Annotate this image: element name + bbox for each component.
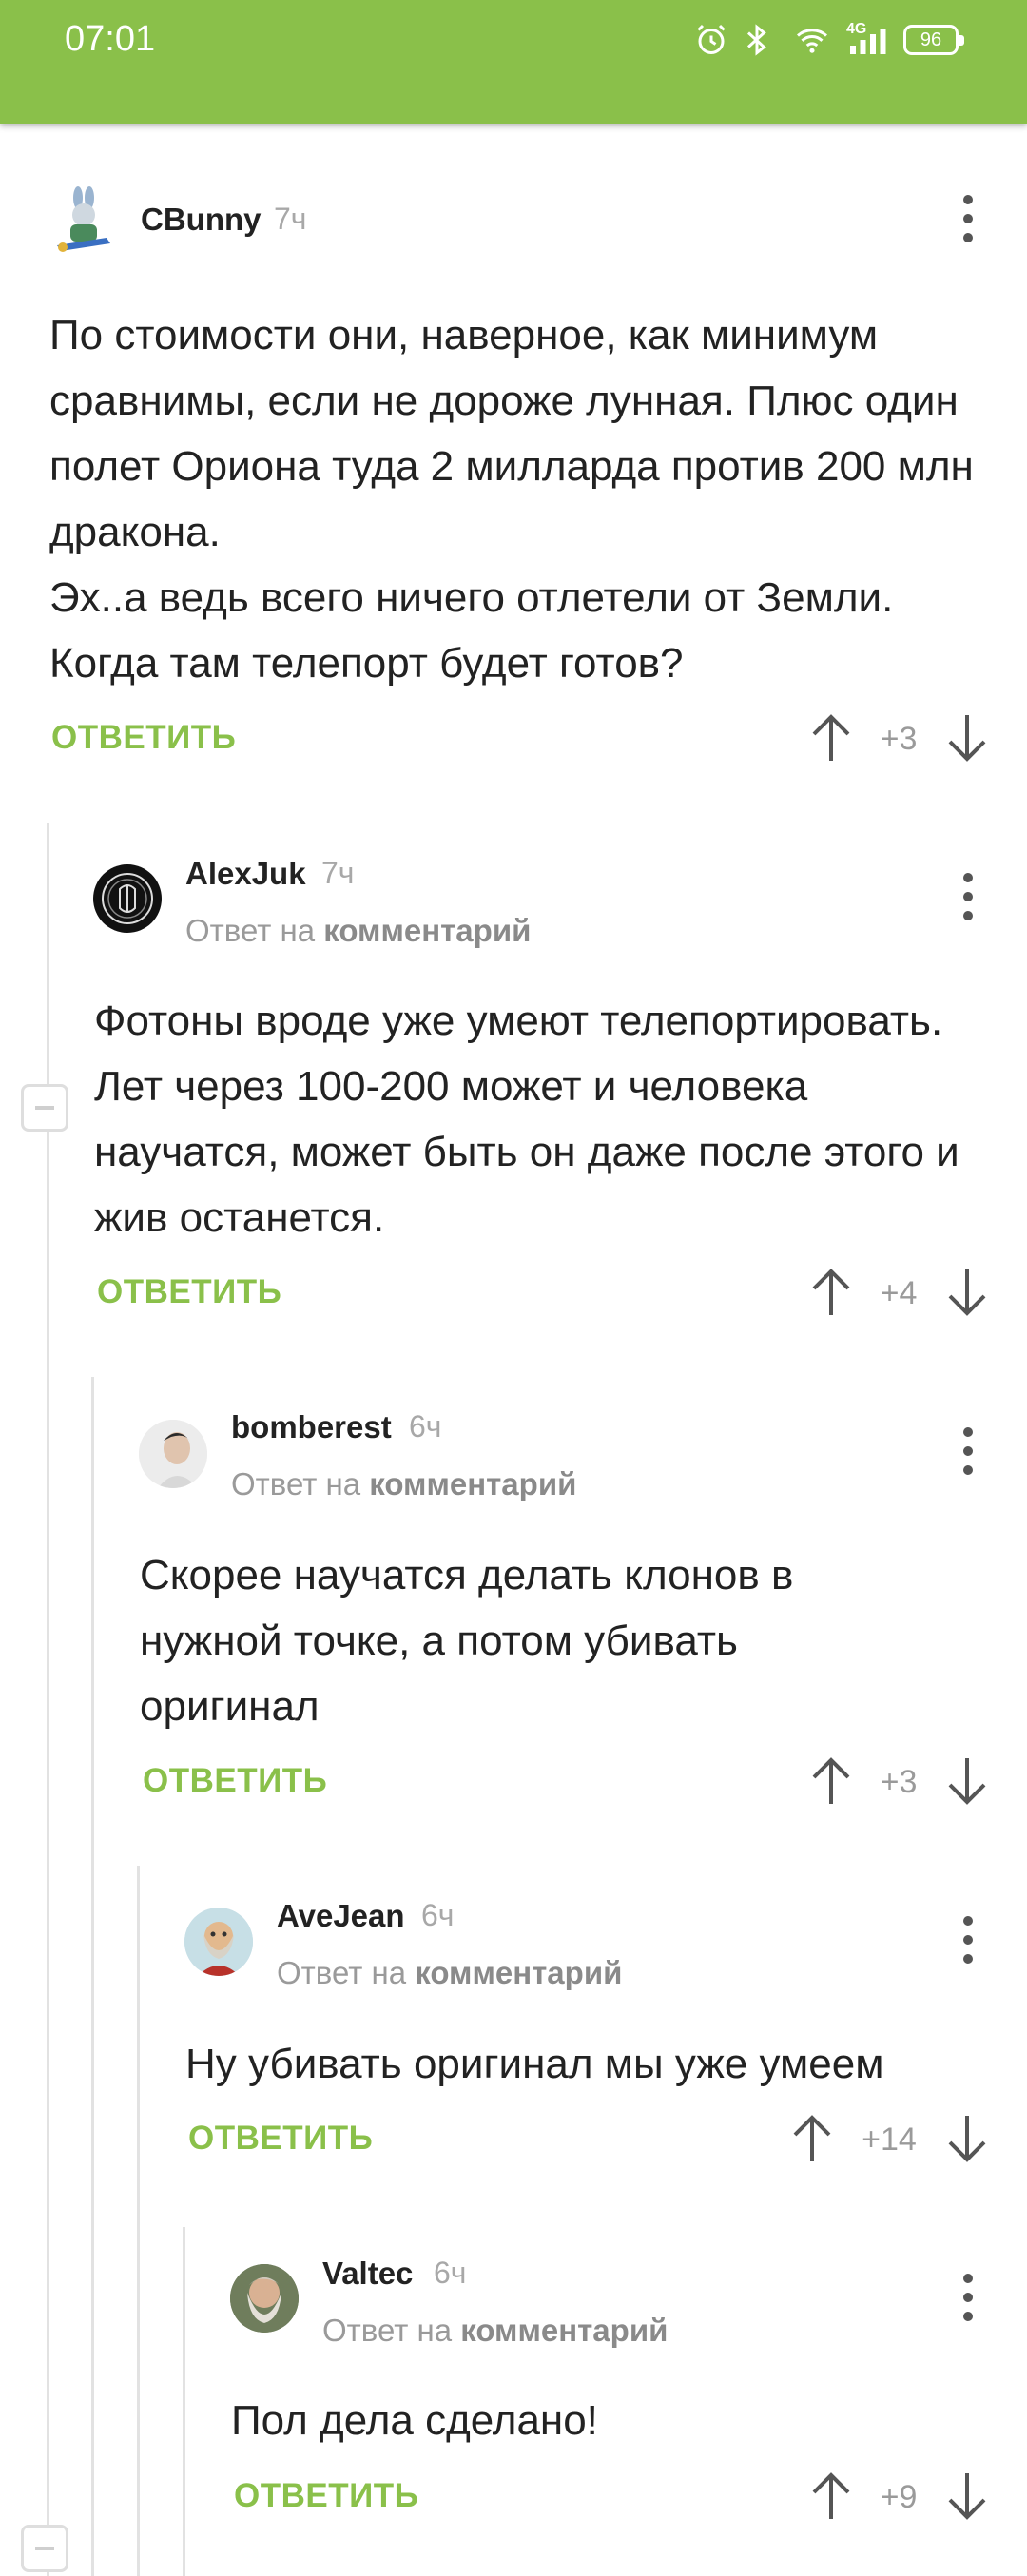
reply-to-link[interactable]: комментарий [323,913,531,948]
username[interactable]: AveJean [277,1898,405,1934]
comment-score: +3 [880,721,918,757]
downvote-arrow-icon[interactable] [946,1756,988,1806]
bluetooth-icon [746,24,766,56]
reply-to-line: Ответ на комментарий [185,913,531,949]
comment-time: 6ч [409,1409,442,1443]
upvote-arrow-icon[interactable] [810,2471,852,2521]
comment-score: +4 [880,1275,918,1311]
reply-to-prefix: Ответ на [322,2313,453,2348]
wifi-icon [797,29,827,53]
username[interactable]: AlexJuk [185,856,306,892]
reply-to-link[interactable]: комментарий [369,1466,576,1501]
valtec-avatar-icon [230,2264,299,2333]
battery-level: 96 [920,29,942,50]
comment-text: Фотоны вроде уже умеют телепортировать. … [94,997,959,1241]
avejean-avatar-icon [184,1908,253,1976]
reply-button[interactable]: ОТВЕТИТЬ [51,719,236,757]
reply-to-prefix: Ответ на [277,1955,407,1990]
reply-to-prefix: Ответ на [185,913,316,948]
downvote-arrow-icon[interactable] [946,2114,988,2163]
avatar[interactable] [184,1908,253,1976]
username[interactable]: Valtec [322,2256,413,2292]
thread-line [137,1866,140,2576]
comment-score: +3 [880,1764,918,1800]
thread-line [183,2227,185,2576]
upvote-arrow-icon[interactable] [810,1756,852,1806]
downvote-arrow-icon[interactable] [946,1268,988,1317]
downvote-arrow-icon[interactable] [946,713,988,763]
thread-line [91,1377,94,2576]
more-options-icon[interactable] [949,1911,987,1968]
reply-to-link[interactable]: комментарий [460,2313,668,2348]
more-options-icon[interactable] [949,868,987,925]
reply-to-line: Ответ на комментарий [231,1466,576,1502]
comment-time: 6ч [421,1898,455,1932]
reply-to-link[interactable]: комментарий [415,1955,622,1990]
comment-time: 7ч [274,202,307,236]
status-bar: 07:01 4G 96 [0,0,1027,124]
more-options-icon[interactable] [949,190,987,247]
upvote-arrow-icon[interactable] [810,713,852,763]
comment-text: По стоимости они, наверное, как минимум … [49,312,974,687]
comment-score: +9 [880,2479,918,2515]
upvote-arrow-icon[interactable] [791,2114,833,2163]
reply-button[interactable]: ОТВЕТИТЬ [143,1762,327,1800]
reply-button[interactable]: ОТВЕТИТЬ [234,2477,418,2515]
comment-score: +14 [862,2121,917,2158]
username[interactable]: CBunny [141,202,262,238]
more-options-icon[interactable] [949,2269,987,2326]
avatar[interactable] [139,1420,207,1488]
battery-icon: 96 [903,25,964,55]
bomberest-avatar-icon [139,1420,207,1488]
comment-text: Ну убивать оригинал мы уже умеем [185,2041,884,2087]
more-options-icon[interactable] [949,1423,987,1480]
downvote-arrow-icon[interactable] [946,2471,988,2521]
avatar[interactable] [230,2264,299,2333]
reply-to-line: Ответ на комментарий [277,1955,622,1991]
comment-time: 7ч [321,856,355,890]
collapse-thread-button[interactable] [21,2525,68,2572]
alarm-icon [697,24,726,54]
comment-time: 6ч [434,2256,467,2290]
reply-to-prefix: Ответ на [231,1466,361,1501]
avatar[interactable] [93,864,162,933]
username[interactable]: bomberest [231,1409,392,1445]
upvote-arrow-icon[interactable] [810,1268,852,1317]
reply-button[interactable]: ОТВЕТИТЬ [97,1273,281,1311]
comment-text: Скорее научатся делать клонов в нужной т… [140,1552,794,1730]
reply-button[interactable]: ОТВЕТИТЬ [188,2120,373,2158]
comment-text: Пол дела сделано! [231,2397,598,2444]
alexjuk-avatar-icon [102,873,153,924]
reply-to-line: Ответ на комментарий [322,2313,668,2349]
bunny-avatar-icon [57,186,110,252]
signal-icon [850,29,886,54]
avatar[interactable] [49,186,118,255]
collapse-thread-button[interactable] [21,1084,68,1132]
status-time: 07:01 [65,19,156,59]
